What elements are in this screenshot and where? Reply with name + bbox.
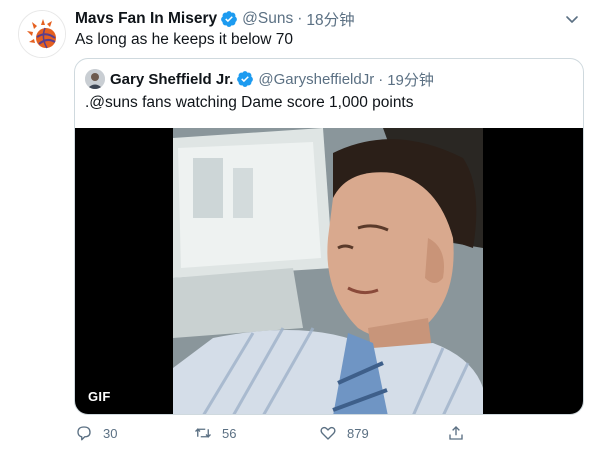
reply-icon [77,426,91,441]
share-icon [449,426,463,440]
tweet-timestamp[interactable]: 18分钟 [306,8,354,30]
reply-button[interactable]: 30 [75,424,117,442]
like-count: 879 [347,425,369,441]
gif-scene-image [173,128,483,414]
quoted-tweet-timestamp[interactable]: 19分钟 [387,69,434,90]
share-button[interactable] [447,424,475,442]
person-photo-icon [85,69,105,89]
gif-badge: GIF [88,389,111,404]
separator-dot: · [297,10,303,27]
author-handle[interactable]: @Suns [242,10,293,28]
tweet-actions: 30 56 879 [75,424,475,446]
quoted-author-name[interactable]: Gary Sheffield Jr. [110,71,233,88]
gif-media[interactable]: GIF [75,128,583,414]
retweet-icon [195,428,211,438]
suns-logo-icon [19,11,65,57]
retweet-button[interactable]: 56 [194,424,236,442]
quoted-tweet-card[interactable]: Gary Sheffield Jr. @GarysheffieldJr · 19… [74,58,584,415]
tweet-header: Mavs Fan In Misery @Suns · 18分钟 [75,8,576,30]
retweet-count: 56 [222,425,237,441]
verified-badge-icon [237,71,254,87]
like-button[interactable]: 879 [319,424,369,442]
verified-badge-icon [221,11,238,27]
separator-dot: · [378,70,384,88]
gif-frame [173,128,483,414]
heart-icon [320,426,336,440]
chevron-down-icon[interactable] [564,11,580,27]
tweet-text: As long as he keeps it below 70 [75,31,293,48]
quoted-tweet-header: Gary Sheffield Jr. @GarysheffieldJr · 19… [110,68,573,90]
quoted-tweet-text: .@suns fans watching Dame score 1,000 po… [85,94,414,111]
author-name[interactable]: Mavs Fan In Misery [75,10,217,28]
reply-count: 30 [103,425,118,441]
author-avatar[interactable] [18,10,66,58]
quoted-author-avatar[interactable] [85,69,105,89]
quoted-author-handle[interactable]: @GarysheffieldJr [258,71,374,88]
